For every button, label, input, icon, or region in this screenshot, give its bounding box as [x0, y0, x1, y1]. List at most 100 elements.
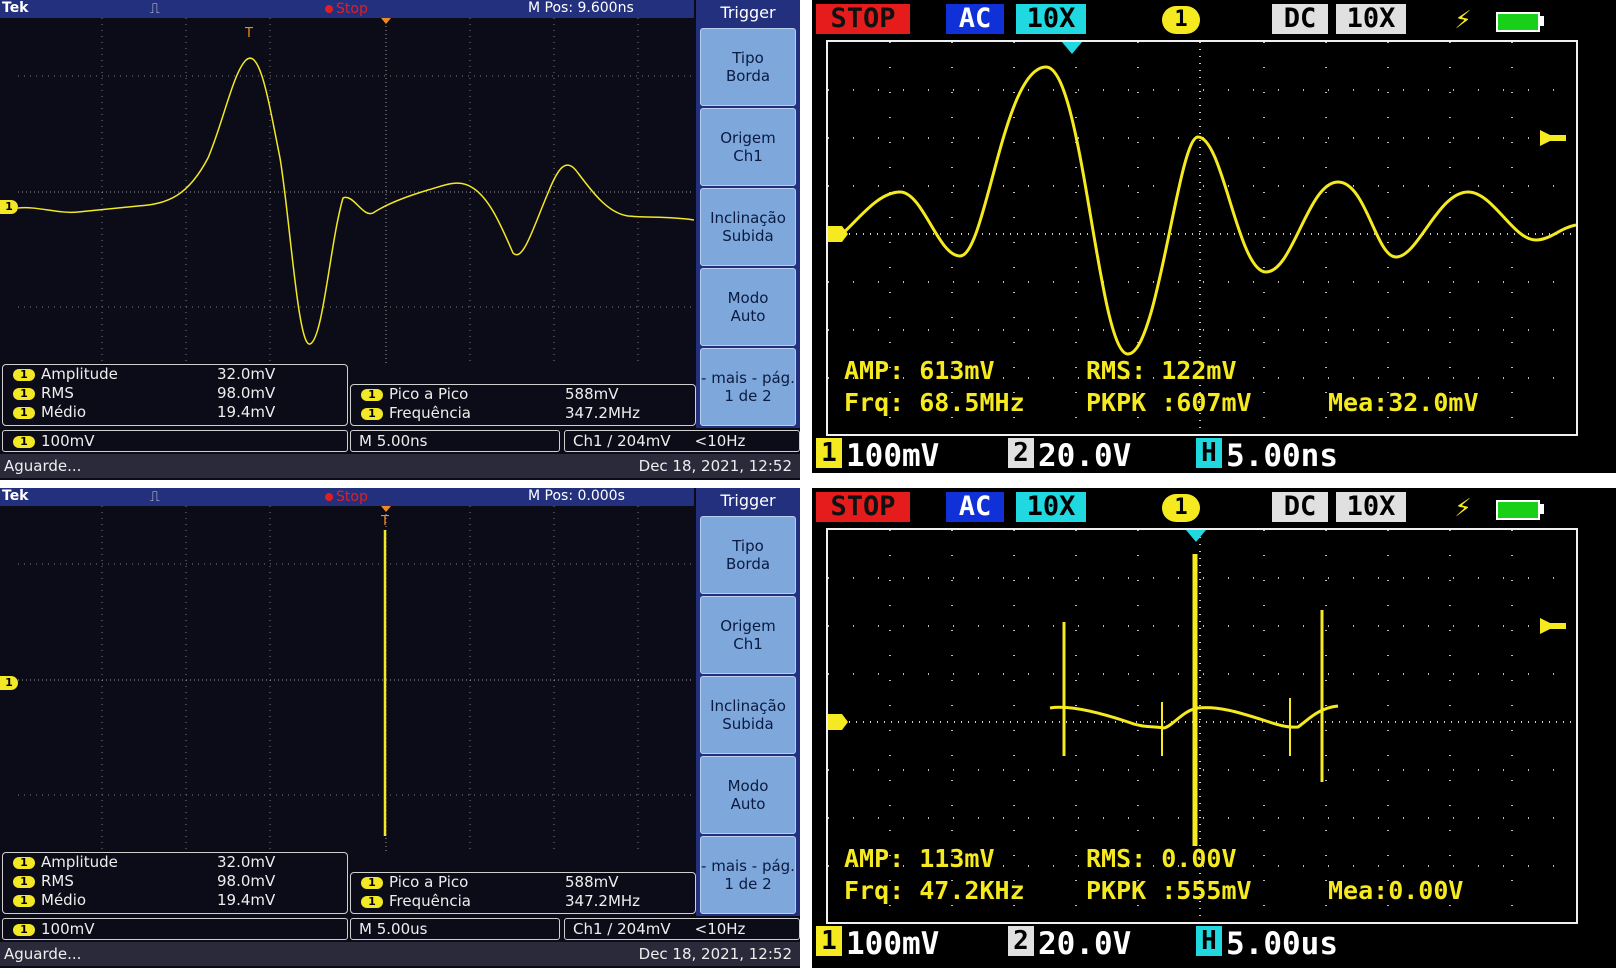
ch1-badge: 1 — [816, 926, 842, 956]
trigger-frequency: <10Hz — [694, 432, 746, 450]
measurement-name: Pico a Pico — [389, 873, 469, 891]
trigger-edge-icon: ⚡ — [1454, 490, 1472, 523]
probe-ch2[interactable]: 10X — [1336, 492, 1406, 522]
horizontal-scale[interactable]: M 5.00us — [350, 918, 560, 940]
ch1-scale[interactable]: 1 100mV — [816, 926, 939, 962]
menu-button-line1: - mais - pág. — [701, 369, 795, 387]
menu-button-tipo[interactable]: Tipo Borda — [700, 516, 796, 594]
probe-ch2[interactable]: 10X — [1336, 4, 1406, 34]
dso-scope-top: STOP AC 10X 1 DC 10X ⚡ AMP: 613mV RMS: 1… — [812, 0, 1616, 474]
ch2-badge: 2 — [1008, 438, 1034, 468]
measurement-name: Amplitude — [41, 853, 118, 871]
ch2-volts: 20.0V — [1038, 438, 1132, 474]
measurement-value: 19.4mV — [217, 403, 276, 421]
menu-button-origem[interactable]: Origem Ch1 — [700, 596, 796, 674]
frq-readout: Frq: 47.2KHz — [844, 876, 1025, 905]
measurement-name: RMS — [41, 872, 74, 890]
measurement-panel-right: 1 Pico a Pico 588mV 1 Frequência 347.2MHz — [350, 384, 696, 426]
channel-badge: 1 — [13, 894, 35, 907]
timebase-scale[interactable]: H 5.00us — [1196, 926, 1338, 962]
menu-button-line2: Auto — [730, 307, 766, 325]
trigger-position-marker: T — [244, 26, 253, 41]
coupling-ac[interactable]: AC — [946, 492, 1004, 522]
rms-readout: RMS: 122mV — [1086, 356, 1237, 385]
scale-bar: 1 100mV M 5.00ns Ch1 ∕ 204mV <10Hz — [0, 430, 800, 452]
trigger-menu-title: Trigger — [720, 3, 776, 22]
waveform-trace — [841, 65, 1577, 356]
channel-badge: 1 — [13, 875, 35, 888]
battery-icon — [1496, 12, 1540, 32]
m-pos: M Pos: 9.600ns — [528, 0, 634, 16]
menu-button-line1: Tipo — [732, 49, 764, 67]
measurement-name: Frequência — [389, 404, 471, 422]
volts-per-div: 100mV — [41, 920, 95, 938]
mean-readout: Mea:32.0mV — [1328, 388, 1479, 417]
ch1-volts: 100mV — [846, 438, 940, 474]
channel-1-indicator[interactable]: 1 — [1162, 494, 1200, 522]
menu-button-mais[interactable]: - mais - pág. 1 de 2 — [700, 836, 796, 914]
measurement-panel-left: 1 Amplitude 32.0mV 1 RMS 98.0mV 1 Médio 19.4mV — [2, 364, 348, 426]
run-stop-indicator[interactable]: STOP — [816, 492, 910, 522]
ch1-ground-marker: 1 — [0, 200, 18, 214]
ch2-volts: 20.0V — [1038, 926, 1132, 962]
trigger-edge-icon: ⚡ — [1454, 2, 1472, 35]
trigger-level: Ch1 ∕ 204mV — [573, 920, 671, 938]
measurement-row: 1 Médio 19.4mV — [3, 403, 347, 422]
trigger-menu: Trigger Tipo Borda Origem Ch1 Inclinação Su… — [696, 488, 800, 916]
pkpk-readout: PKPK :555mV — [1086, 876, 1252, 905]
timebase-scale[interactable]: H 5.00ns — [1196, 438, 1338, 474]
trigger-level: Ch1 ∕ 204mV — [573, 432, 671, 450]
ch1-scale[interactable]: 1 100mV — [816, 438, 939, 474]
ch2-scale[interactable]: 2 20.0V — [1008, 438, 1131, 474]
scale-bar: 1 100mV M 5.00us Ch1 ∕ 204mV <10Hz — [0, 918, 800, 940]
measurement-name: Frequência — [389, 892, 471, 910]
ch1-volts: 100mV — [846, 926, 940, 962]
status-bar: Aguarde... Dec 18, 2021, 12:52 — [0, 942, 800, 966]
pkpk-readout: PKPK :607mV — [1086, 388, 1252, 417]
measurement-value: 19.4mV — [217, 891, 276, 909]
menu-button-line1: Inclinação — [710, 209, 786, 227]
menu-button-modo[interactable]: Modo Auto — [700, 268, 796, 346]
trigger-type-icon: ⎍ — [150, 1, 160, 17]
menu-button-mais[interactable]: - mais - pág. 1 de 2 — [700, 348, 796, 426]
menu-button-inclinacao[interactable]: Inclinação Subida — [700, 676, 796, 754]
channel-badge: 1 — [13, 406, 35, 419]
measurement-name: Pico a Pico — [389, 385, 469, 403]
coupling-ac[interactable]: AC — [946, 4, 1004, 34]
measurement-row: 1 Amplitude 32.0mV — [3, 853, 347, 872]
menu-button-inclinacao[interactable]: Inclinação Subida — [700, 188, 796, 266]
amp-readout: AMP: 113mV — [844, 844, 995, 873]
menu-button-modo[interactable]: Modo Auto — [700, 756, 796, 834]
time-per-div: 5.00us — [1226, 926, 1338, 962]
trigger-readout[interactable]: Ch1 ∕ 204mV <10Hz — [564, 430, 800, 452]
measurement-name: Médio — [41, 891, 87, 909]
channel-badge: 1 — [361, 407, 383, 420]
measurement-value: 588mV — [565, 873, 619, 891]
menu-button-origem[interactable]: Origem Ch1 — [700, 108, 796, 186]
trigger-menu-title: Trigger — [720, 491, 776, 510]
coupling-dc[interactable]: DC — [1272, 4, 1328, 34]
ch2-scale[interactable]: 2 20.0V — [1008, 926, 1131, 962]
vertical-scale[interactable]: 1 100mV — [2, 430, 348, 452]
tek-header: Tek ⎍ Stop M Pos: 0.000s — [0, 488, 694, 506]
vertical-scale[interactable]: 1 100mV — [2, 918, 348, 940]
ch1-ground-marker: 1 — [0, 676, 18, 690]
channel-badge: 1 — [13, 435, 35, 448]
channel-badge: 1 — [13, 387, 35, 400]
measurement-row: 1 Amplitude 32.0mV — [3, 365, 347, 384]
probe-ch1[interactable]: 10X — [1016, 492, 1086, 522]
measurement-value: 32.0mV — [217, 365, 276, 383]
menu-button-tipo[interactable]: Tipo Borda — [700, 28, 796, 106]
run-stop-indicator[interactable]: STOP — [816, 4, 910, 34]
menu-button-line2: Ch1 — [733, 147, 763, 165]
coupling-dc[interactable]: DC — [1272, 492, 1328, 522]
measurement-value: 347.2MHz — [565, 892, 641, 910]
horizontal-scale[interactable]: M 5.00ns — [350, 430, 560, 452]
tek-graticule: T — [18, 506, 694, 852]
channel-1-indicator[interactable]: 1 — [1162, 6, 1200, 34]
probe-ch1[interactable]: 10X — [1016, 4, 1086, 34]
menu-button-line2: Borda — [725, 555, 771, 573]
trigger-readout[interactable]: Ch1 ∕ 204mV <10Hz — [564, 918, 800, 940]
menu-button-line1: Inclinação — [710, 697, 786, 715]
menu-button-line2: 1 de 2 — [724, 387, 772, 405]
